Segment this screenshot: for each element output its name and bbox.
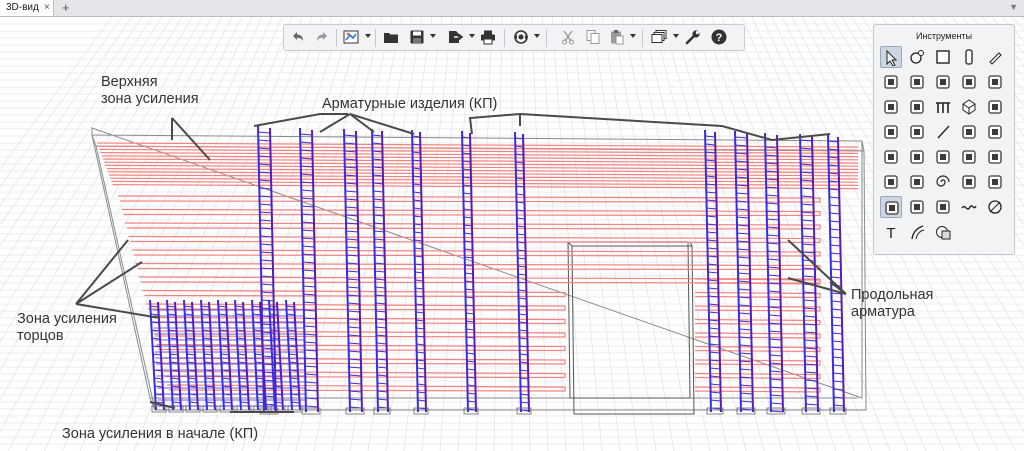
wall-tool-icon[interactable]	[958, 71, 980, 93]
separator	[546, 29, 547, 47]
rebar-frame-tool-icon[interactable]	[880, 171, 902, 193]
sloped-slab-tool-icon[interactable]	[906, 71, 928, 93]
separator	[375, 29, 376, 47]
zone-tool-icon[interactable]	[880, 196, 902, 218]
view-style-icon[interactable]	[342, 28, 360, 46]
add-tab-icon[interactable]: +	[62, 0, 70, 15]
door-tool-icon[interactable]	[906, 96, 928, 118]
rebar-set-tool-icon[interactable]	[932, 146, 954, 168]
help-icon[interactable]: ?	[710, 28, 728, 46]
zone-a-tool-icon[interactable]	[906, 196, 928, 218]
annotation-top-zone: Верхняя зона усиления	[101, 74, 199, 108]
annotation-ends-zone: Зона усиления торцов	[17, 311, 117, 345]
solid-tool-icon[interactable]	[958, 96, 980, 118]
separator	[336, 29, 337, 47]
annotation-start-zone: Зона усиления в начале (КП)	[62, 426, 259, 442]
print-icon[interactable]	[479, 28, 497, 46]
line-tool-icon[interactable]	[932, 121, 954, 143]
rebar-longitudinal-loop	[694, 386, 821, 393]
tools-panel: Инструменты T	[873, 24, 1015, 255]
rebar-longitudinal-loop	[694, 305, 821, 312]
annotation-text: зона усиления	[101, 91, 199, 107]
spiral-tool-icon[interactable]	[932, 171, 954, 193]
roof-tool-icon[interactable]	[984, 71, 1006, 93]
opening-tool-icon[interactable]	[958, 121, 980, 143]
end-bar-tool-icon[interactable]	[984, 171, 1006, 193]
tab-label: 3D-вид	[6, 2, 39, 13]
tab-bar: 3D-вид × + ▼	[0, 0, 1024, 17]
wrench-icon[interactable]	[684, 28, 702, 46]
rebar-longitudinal-loop	[694, 332, 821, 339]
rectangle-tool-icon[interactable]	[932, 46, 954, 68]
main-toolbar: ?	[283, 24, 745, 51]
orbit-icon[interactable]	[512, 28, 530, 46]
export-icon[interactable]	[446, 28, 464, 46]
window-tool-icon[interactable]	[880, 96, 902, 118]
rebar-longitudinal-loop	[149, 316, 566, 325]
chevron-down-icon[interactable]	[534, 34, 540, 38]
tab-3d-view[interactable]: 3D-вид ×	[0, 0, 54, 16]
separator	[504, 29, 505, 47]
zone-group-tool-icon[interactable]	[932, 196, 954, 218]
hook-tool-icon[interactable]	[906, 121, 928, 143]
wave-tool-icon[interactable]	[958, 196, 980, 218]
annotation-text: торцов	[17, 328, 64, 344]
svg-text:T: T	[886, 225, 895, 240]
coupler-tool-icon[interactable]	[958, 171, 980, 193]
redo-icon[interactable]	[313, 28, 331, 46]
layers-icon[interactable]	[650, 28, 668, 46]
annotation-text: арматура	[851, 304, 915, 320]
pointer-tool-icon[interactable]	[880, 46, 902, 68]
rebar-product-cage	[411, 129, 429, 415]
rebar-product-cage	[827, 134, 847, 415]
embedded-part-tool-icon[interactable]	[984, 121, 1006, 143]
diameter-tool-icon[interactable]	[984, 196, 1006, 218]
separator	[642, 29, 643, 47]
railing-tool-icon[interactable]	[932, 96, 954, 118]
rebar-loop-tool-icon[interactable]	[984, 146, 1006, 168]
rebar-product-cage	[704, 129, 724, 415]
anchor-tool-icon[interactable]	[880, 121, 902, 143]
rebar-longitudinal-loop	[163, 370, 566, 379]
pencil-tool-icon[interactable]	[984, 46, 1006, 68]
rebar-product-cage	[371, 128, 391, 415]
stair-tool-icon[interactable]	[932, 71, 954, 93]
chevron-down-icon[interactable]	[469, 34, 475, 38]
rebar-pack-tool-icon[interactable]	[906, 171, 928, 193]
chevron-down-icon[interactable]	[430, 34, 436, 38]
settings-tool-icon[interactable]	[984, 96, 1006, 118]
svg-text:?: ?	[716, 32, 723, 44]
slab-tool-icon[interactable]	[880, 71, 902, 93]
tools-panel-title: Инструменты	[915, 31, 973, 41]
leader-line	[75, 239, 161, 319]
undo-icon[interactable]	[289, 28, 307, 46]
annotation-text: Продольная	[851, 287, 934, 303]
chevron-down-icon[interactable]	[673, 34, 679, 38]
leader-line	[171, 117, 211, 161]
annotation-products: Арматурные изделия (КП)	[322, 96, 498, 112]
chevron-down-icon[interactable]	[630, 34, 636, 38]
rebar-product-cage	[734, 130, 756, 415]
chevron-down-icon[interactable]	[365, 34, 371, 38]
rebar-cage-tool-icon[interactable]	[906, 146, 928, 168]
rebar-bent-tool-icon[interactable]	[958, 146, 980, 168]
tab-menu-icon[interactable]: ▼	[1009, 2, 1018, 12]
cut-icon[interactable]	[559, 28, 577, 46]
curve-tool-icon[interactable]	[906, 221, 928, 243]
open-folder-icon[interactable]	[382, 28, 400, 46]
paste-icon[interactable]	[608, 28, 626, 46]
hatch-tool-icon[interactable]	[932, 221, 954, 243]
annotation-text: Верхняя	[101, 74, 158, 90]
annotation-text: Зона усиления	[17, 311, 117, 327]
rebar-longitudinal-loop	[694, 345, 821, 353]
close-icon[interactable]: ×	[44, 0, 50, 16]
viewport-3d[interactable]: Верхняя зона усиления Арматурные изделия…	[0, 17, 1024, 451]
rebar-mesh-tool-icon[interactable]	[880, 146, 902, 168]
node-tool-icon[interactable]	[906, 46, 928, 68]
save-icon[interactable]	[408, 28, 426, 46]
text-tool-icon[interactable]: T	[880, 221, 902, 243]
column-tool-icon[interactable]	[958, 46, 980, 68]
copy-icon[interactable]	[584, 28, 602, 46]
annotation-longitudinal: Продольная арматура	[851, 287, 933, 321]
